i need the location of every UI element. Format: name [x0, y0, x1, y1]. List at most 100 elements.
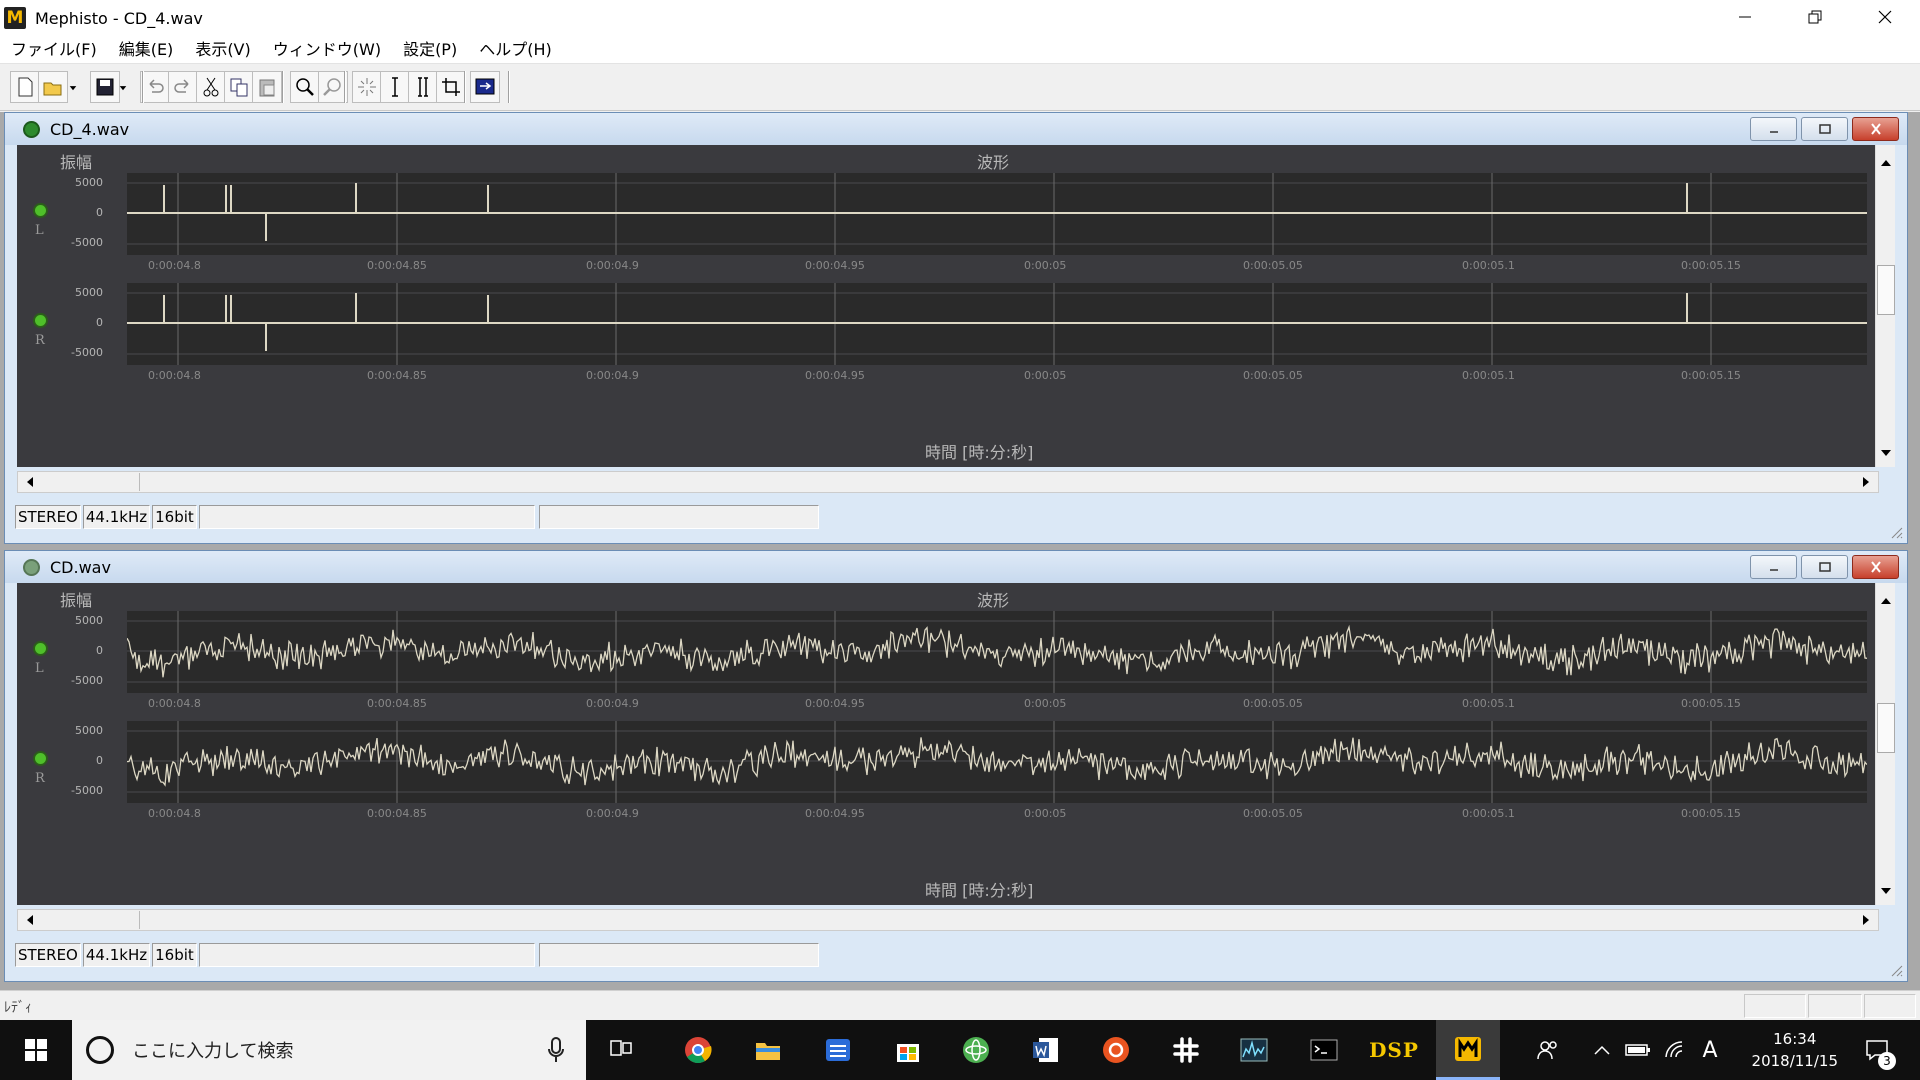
scroll-up-icon[interactable]	[1877, 591, 1895, 611]
channel-R-trace	[127, 721, 1867, 803]
zoom-in-button[interactable]	[290, 71, 320, 103]
x-tick-label: 0:00:05	[1024, 369, 1067, 382]
taskbar-app-store[interactable]	[876, 1020, 940, 1080]
menu-item-2[interactable]: 表示(V)	[184, 37, 261, 63]
y-tick-label: 5000	[75, 286, 103, 299]
wifi-icon[interactable]	[1658, 1020, 1692, 1080]
menu-item-3[interactable]: ウィンドウ(W)	[262, 37, 392, 63]
close-icon	[1878, 10, 1892, 24]
child-minimize-button[interactable]	[1750, 117, 1797, 141]
x-tick-label: 0:00:04.8	[148, 697, 201, 710]
scroll-thumb[interactable]	[40, 911, 140, 929]
crop-icon	[442, 78, 460, 96]
ime-indicator[interactable]: A	[1694, 1020, 1726, 1080]
select-all-icon	[358, 78, 376, 96]
scroll-down-icon[interactable]	[1877, 881, 1895, 901]
scroll-thumb[interactable]	[1877, 265, 1895, 315]
start-button[interactable]	[0, 1020, 72, 1080]
status-field	[538, 505, 819, 529]
taskbar-app-chrome[interactable]	[666, 1020, 730, 1080]
minimize-icon	[1769, 569, 1778, 571]
menu-item-4[interactable]: 設定(P)	[392, 37, 468, 63]
undo-button[interactable]	[140, 71, 170, 103]
child-close-button[interactable]	[1852, 117, 1899, 141]
taskbar-app-file-explorer[interactable]	[736, 1020, 800, 1080]
menu-item-0[interactable]: ファイル(F)	[0, 37, 108, 63]
menu-item-5[interactable]: ヘルプ(H)	[468, 37, 563, 63]
x-tick-label: 0:00:05	[1024, 807, 1067, 820]
store-icon	[897, 1044, 919, 1062]
paste-button[interactable]	[252, 71, 282, 103]
terminal-icon	[1310, 1039, 1338, 1061]
cut-button[interactable]	[196, 71, 226, 103]
taskbar-search-box[interactable]: ここに入力して検索	[72, 1020, 586, 1080]
waveform-plot[interactable]: 振幅 波形 時間 [時:分:秒] L 5000 0 -5000 0:00:04.8 0:00:0…	[17, 145, 1879, 467]
taskbar-app-slack[interactable]	[1154, 1020, 1218, 1080]
select-all-button[interactable]	[352, 71, 382, 103]
ylabel: 振幅	[60, 591, 93, 610]
crop-button[interactable]	[436, 71, 466, 103]
scroll-up-icon[interactable]	[1877, 153, 1895, 173]
taskbar-app-dsp-app[interactable]: DSP	[1362, 1020, 1426, 1080]
channel-label: L	[35, 223, 44, 238]
vertical-scrollbar[interactable]	[1875, 145, 1895, 467]
restore-button[interactable]	[1780, 0, 1850, 34]
action-center-button[interactable]: 3	[1852, 1020, 1902, 1080]
close-button[interactable]	[1850, 0, 1920, 34]
x-tick-label: 0:00:04.8	[148, 807, 201, 820]
cursor-button[interactable]	[380, 71, 410, 103]
taskbar-app-mephisto-app[interactable]	[1436, 1020, 1500, 1080]
tray-expand-icon[interactable]	[1588, 1020, 1616, 1080]
horizontal-scrollbar[interactable]	[17, 909, 1879, 931]
microphone-icon[interactable]	[548, 1037, 564, 1063]
toolbar-separator	[344, 71, 346, 103]
clock[interactable]: 16:34 2018/11/15	[1752, 1028, 1838, 1072]
status-field: STEREO	[15, 943, 81, 967]
child-restore-button[interactable]	[1801, 117, 1848, 141]
scroll-left-icon[interactable]	[20, 473, 40, 491]
dropdown-arrow-button[interactable]	[64, 71, 82, 103]
child-minimize-button[interactable]	[1750, 555, 1797, 579]
child-restore-button[interactable]	[1801, 555, 1848, 579]
copy-button[interactable]	[224, 71, 254, 103]
scroll-thumb[interactable]	[40, 473, 140, 491]
monitor-icon	[475, 78, 495, 95]
redo-button[interactable]	[168, 71, 198, 103]
scroll-down-icon[interactable]	[1877, 443, 1895, 463]
scroll-right-icon[interactable]	[1856, 911, 1876, 929]
taskbar-app-spectrum-app[interactable]	[1222, 1020, 1286, 1080]
channel-L-enable-toggle[interactable]	[33, 203, 48, 218]
minimize-button[interactable]	[1710, 0, 1780, 34]
resize-grip-icon[interactable]	[1889, 525, 1903, 539]
taskbar-app-word[interactable]	[1014, 1020, 1078, 1080]
y-tick-label: 5000	[75, 614, 103, 627]
channel-R-enable-toggle[interactable]	[33, 751, 48, 766]
taskbar-app-task-view[interactable]	[590, 1020, 654, 1080]
horizontal-scrollbar[interactable]	[17, 471, 1879, 493]
open-folder-icon	[43, 82, 62, 96]
resize-grip-icon[interactable]	[1889, 963, 1903, 977]
taskbar-app-atom[interactable]	[944, 1020, 1008, 1080]
taskbar-app-terminal[interactable]	[1292, 1020, 1356, 1080]
scroll-left-icon[interactable]	[20, 911, 40, 929]
channel-L-enable-toggle[interactable]	[33, 641, 48, 656]
cursor-icon	[392, 77, 398, 97]
monitor-button[interactable]	[470, 71, 500, 103]
child-window-1: CD.wav 振幅 波形 時間 [時:分:秒] L 5000 0 -5000 0:00:04.8…	[4, 550, 1908, 982]
people-icon[interactable]	[1528, 1020, 1568, 1080]
range-button[interactable]	[408, 71, 438, 103]
status-field	[538, 943, 819, 967]
taskbar-app-ubuntu[interactable]	[1084, 1020, 1148, 1080]
scroll-right-icon[interactable]	[1856, 473, 1876, 491]
taskbar-app-calendar-app[interactable]	[806, 1020, 870, 1080]
new-file-button[interactable]	[10, 71, 40, 103]
waveform-plot[interactable]: 振幅 波形 時間 [時:分:秒] L 5000 0 -5000 0:00:04.8 0:00:0…	[17, 583, 1879, 905]
menu-item-1[interactable]: 編集(E)	[108, 37, 185, 63]
battery-icon[interactable]	[1620, 1020, 1656, 1080]
vertical-scrollbar[interactable]	[1875, 583, 1895, 905]
dropdown-arrow-button[interactable]	[114, 71, 132, 103]
x-tick-label: 0:00:05.15	[1681, 697, 1741, 710]
channel-R-enable-toggle[interactable]	[33, 313, 48, 328]
scroll-thumb[interactable]	[1877, 703, 1895, 753]
child-close-button[interactable]	[1852, 555, 1899, 579]
